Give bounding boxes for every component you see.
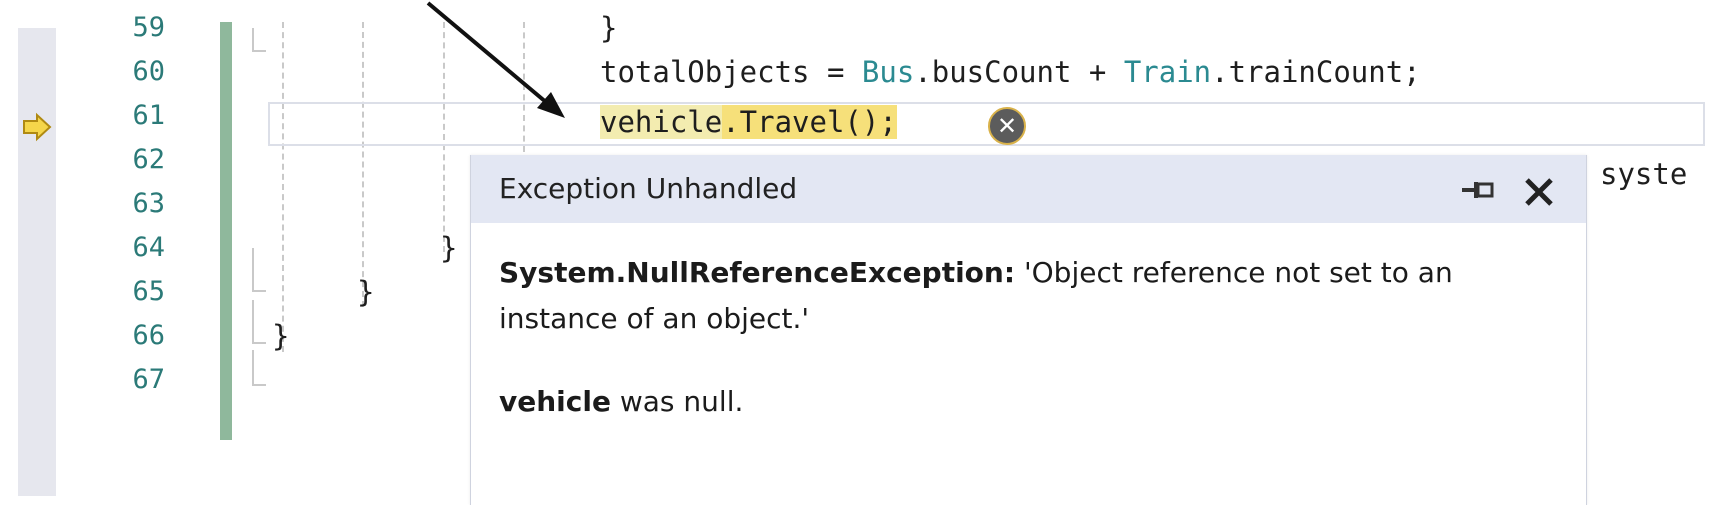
popup-title: Exception Unhandled <box>499 172 798 205</box>
outline-fold <box>252 28 266 52</box>
exception-highlight: vehicle <box>600 105 723 139</box>
exception-popup: Exception Unhandled System.NullReference… <box>470 155 1587 505</box>
detail-text: was null. <box>610 385 744 418</box>
null-variable: vehicle <box>499 385 611 418</box>
exception-detail: vehicle was null. <box>499 385 743 418</box>
execution-pointer-icon <box>23 112 52 142</box>
line-number: 61 <box>132 100 165 131</box>
line-number: 62 <box>132 144 165 175</box>
code-line-61: vehicle.Travel(); <box>600 98 897 146</box>
indicator-margin[interactable] <box>18 28 56 496</box>
indent-guide <box>362 22 364 307</box>
type-token: Train <box>1123 55 1212 89</box>
code-line-64: } <box>440 231 458 265</box>
popup-header: Exception Unhandled <box>471 155 1586 223</box>
code-line-60: totalObjects = Bus.busCount + Train.trai… <box>600 48 1421 96</box>
exception-type: System.NullReferenceException: <box>499 256 1016 289</box>
exception-highlight: .Travel(); <box>722 105 897 139</box>
line-number: 67 <box>132 364 165 395</box>
line-number: 66 <box>132 320 165 351</box>
change-tracking-bar <box>220 22 232 440</box>
code-token: totalObjects = <box>600 55 862 89</box>
outline-fold <box>252 248 266 292</box>
code-token: .busCount + <box>914 55 1124 89</box>
code-line-62-fragment: syste <box>1600 157 1688 191</box>
outline-fold <box>252 350 266 386</box>
close-icon[interactable] <box>1522 175 1556 209</box>
code-line-66: } <box>272 319 290 353</box>
pin-icon[interactable] <box>1460 179 1496 201</box>
type-token: Bus <box>861 55 915 89</box>
line-number: 63 <box>132 188 165 219</box>
annotation-arrow <box>426 1 565 118</box>
code-token: .trainCount; <box>1211 55 1421 89</box>
exception-message: System.NullReferenceException: 'Object r… <box>499 250 1539 342</box>
line-number: 59 <box>132 12 165 43</box>
indent-guide <box>282 22 284 352</box>
code-line-59: } <box>600 11 618 45</box>
error-icon[interactable]: ✕ <box>988 107 1026 145</box>
line-number: 64 <box>132 232 165 263</box>
line-number: 65 <box>132 276 165 307</box>
code-line-65: } <box>357 275 375 309</box>
outline-fold <box>252 300 266 344</box>
line-number: 60 <box>132 56 165 87</box>
